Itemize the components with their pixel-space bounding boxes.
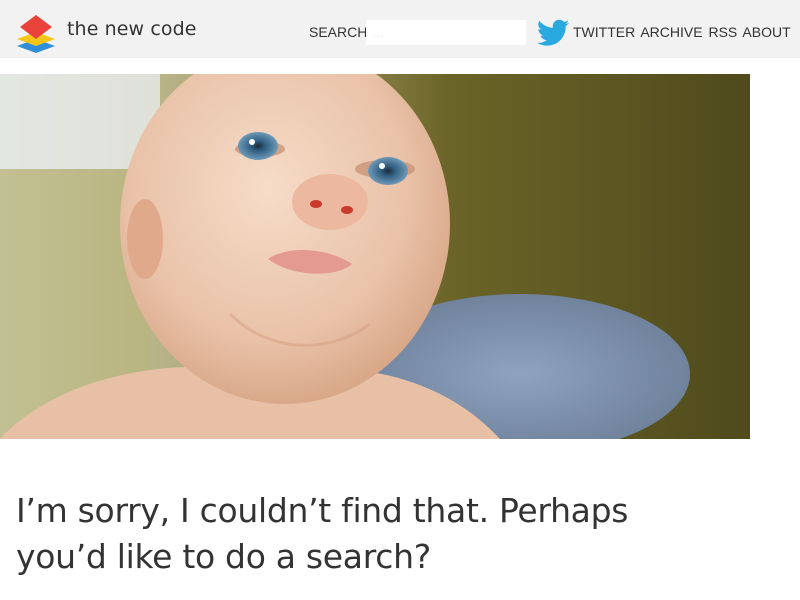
- nav-about-link[interactable]: ABOUT: [742, 24, 790, 40]
- nav-archive-link[interactable]: ARCHIVE: [640, 24, 702, 40]
- twitter-icon[interactable]: [537, 19, 569, 47]
- site-title-link[interactable]: the new code: [67, 18, 197, 40]
- crying-baby-photo: [0, 74, 750, 439]
- main-nav: TWITTER ARCHIVE RSS ABOUT: [573, 24, 793, 40]
- search-label: SEARCH: [309, 24, 368, 40]
- stacked-diamonds-logo-icon[interactable]: [15, 13, 57, 53]
- nav-twitter-link[interactable]: TWITTER: [573, 24, 635, 40]
- not-found-message: I’m sorry, I couldn’t find that. Perhaps…: [16, 491, 629, 576]
- site-header: the new code SEARCH TWITTER ARCHIVE RSS …: [0, 0, 800, 58]
- search-input[interactable]: [366, 20, 526, 45]
- nav-rss-link[interactable]: RSS: [708, 24, 737, 40]
- hero-image: [0, 74, 750, 439]
